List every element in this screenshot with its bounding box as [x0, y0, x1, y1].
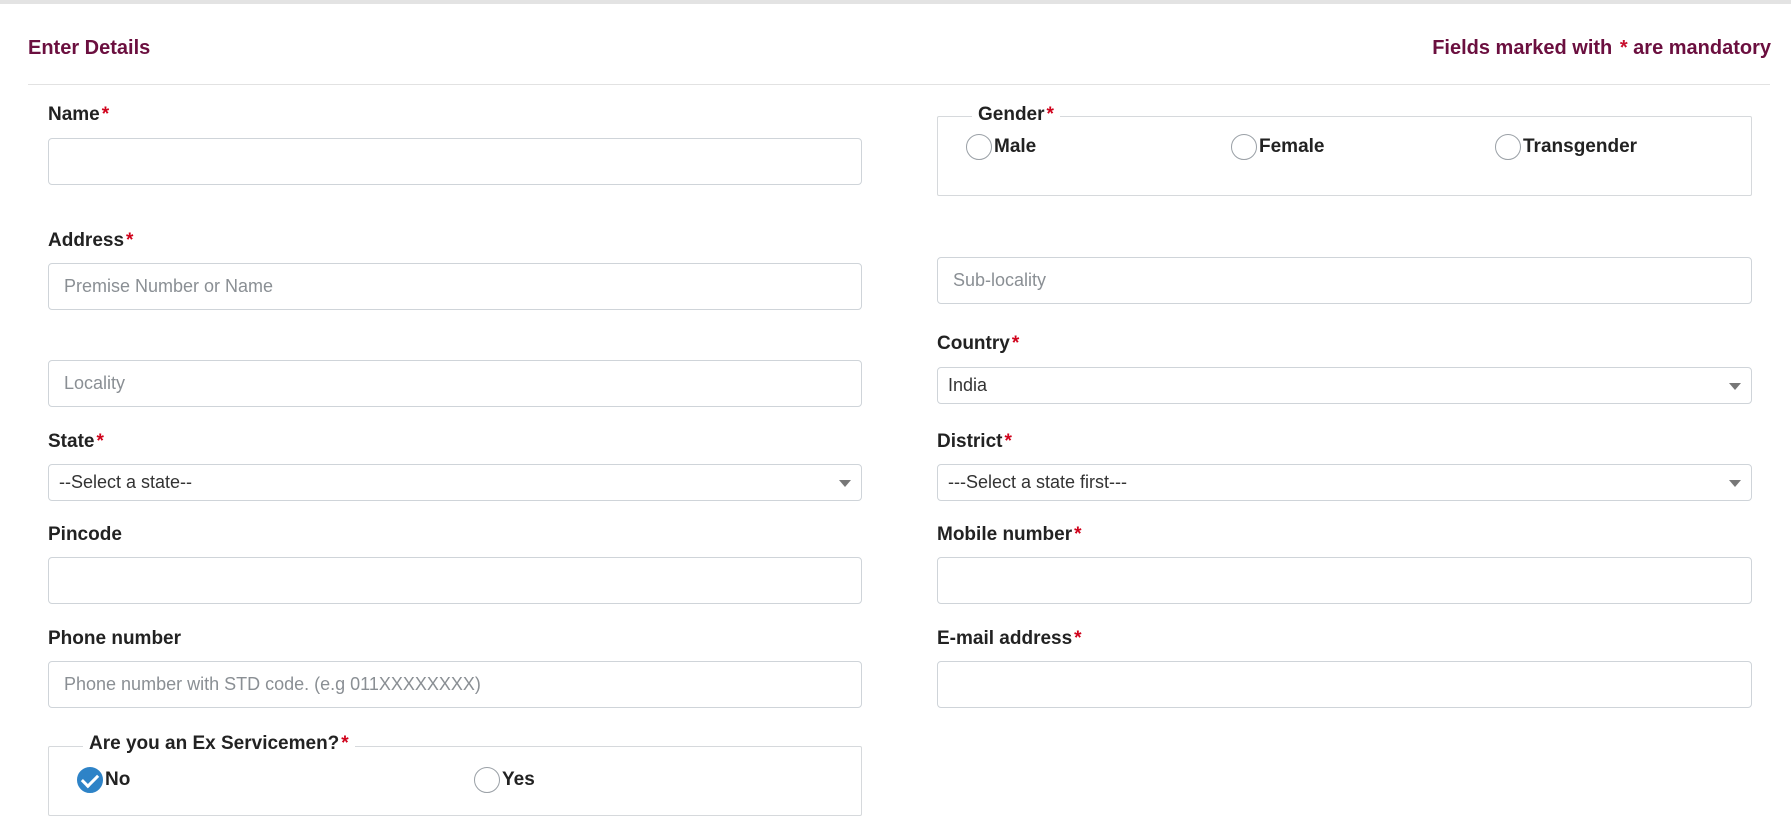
chevron-down-icon — [1729, 383, 1741, 390]
country-select[interactable]: India — [937, 367, 1752, 404]
state-select[interactable]: --Select a state-- — [48, 464, 862, 501]
gender-male-radio[interactable]: Male — [966, 134, 1036, 160]
radio-circle[interactable] — [1495, 134, 1521, 160]
premise-input[interactable] — [48, 263, 862, 310]
mandatory-note: Fields marked with * are mandatory — [1432, 37, 1771, 59]
country-label: Country * — [937, 333, 1020, 354]
locality-input[interactable] — [48, 360, 862, 407]
ex-servicemen-fieldset — [48, 746, 862, 816]
state-label: State * — [48, 431, 104, 452]
chevron-down-icon — [1729, 480, 1741, 487]
email-label: E-mail address * — [937, 628, 1082, 649]
sublocality-input[interactable] — [937, 257, 1752, 304]
ex-servicemen-yes-radio[interactable]: Yes — [474, 767, 535, 793]
email-input[interactable] — [937, 661, 1752, 708]
name-label: Name * — [48, 104, 110, 125]
district-select[interactable]: ---Select a state first--- — [937, 464, 1752, 501]
ex-servicemen-legend: Are you an Ex Servicemen? * — [83, 733, 355, 755]
gender-transgender-radio[interactable]: Transgender — [1495, 134, 1637, 160]
radio-circle[interactable] — [1231, 134, 1257, 160]
mobile-label: Mobile number * — [937, 524, 1082, 545]
pincode-label: Pincode — [48, 524, 122, 545]
ex-servicemen-no-radio[interactable]: No — [77, 767, 130, 793]
phone-label: Phone number — [48, 628, 182, 649]
district-label: District * — [937, 431, 1012, 452]
phone-input[interactable] — [48, 661, 862, 708]
form-title: Enter Details — [28, 37, 151, 59]
name-input[interactable] — [48, 138, 862, 185]
gender-female-radio[interactable]: Female — [1231, 134, 1324, 160]
radio-circle[interactable] — [966, 134, 992, 160]
mobile-input[interactable] — [937, 557, 1752, 604]
chevron-down-icon — [839, 480, 851, 487]
header-divider — [28, 84, 1770, 85]
address-label: Address * — [48, 230, 134, 251]
radio-checked-icon[interactable] — [77, 767, 103, 793]
gender-legend: Gender * — [972, 104, 1060, 126]
radio-circle[interactable] — [474, 767, 500, 793]
pincode-input[interactable] — [48, 557, 862, 604]
